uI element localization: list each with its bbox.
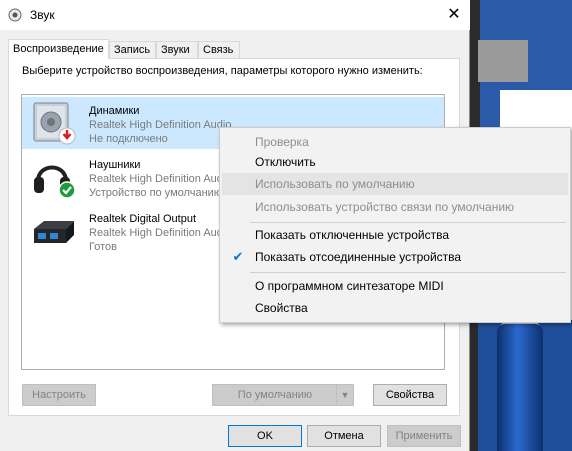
menu-item-show-disconnected[interactable]: ✔ Показать отсоединенные устройства [222, 246, 568, 268]
set-default-button[interactable]: По умолчанию ▼ [212, 384, 354, 406]
menu-item-label: Использовать по умолчанию [255, 177, 415, 191]
headphones-icon [34, 165, 76, 199]
menu-item-label: Проверка [255, 135, 309, 149]
tab-playback[interactable]: Воспроизведение [8, 39, 109, 59]
ok-button[interactable]: OK [228, 425, 302, 447]
chevron-down-icon[interactable]: ▼ [336, 385, 353, 405]
deodorant-can-image [497, 324, 543, 451]
menu-item-test[interactable]: Проверка [222, 131, 568, 153]
device-status: Готов [89, 241, 117, 253]
menu-item-label: Свойства [255, 301, 308, 315]
device-name: Realtek Digital Output [89, 213, 196, 225]
apply-button[interactable]: Применить [387, 425, 461, 447]
device-name: Наушники [89, 159, 141, 171]
menu-item-set-default-comm[interactable]: Использовать устройство связи по умолчан… [222, 196, 568, 218]
menu-item-label: Использовать устройство связи по умолчан… [255, 200, 515, 214]
instruction-text: Выберите устройство воспроизведения, пар… [22, 65, 423, 77]
menu-separator [250, 272, 566, 273]
window-title: Звук [30, 8, 55, 22]
menu-item-label: Отключить [255, 155, 316, 169]
device-driver: Realtek High Definition Audio [89, 227, 232, 239]
device-status: Устройство по умолчанию [89, 187, 223, 199]
tab-recording[interactable]: Запись [109, 41, 156, 58]
cancel-button[interactable]: Отмена [307, 425, 381, 447]
menu-separator [250, 222, 566, 223]
device-status: Не подключено [89, 133, 168, 145]
properties-button[interactable]: Свойства [373, 384, 447, 406]
tab-sounds[interactable]: Звуки [156, 41, 198, 58]
device-driver: Realtek High Definition Audio [89, 119, 232, 131]
configure-button[interactable]: Настроить [22, 384, 96, 406]
menu-item-disable[interactable]: Отключить [222, 151, 568, 173]
device-driver: Realtek High Definition Audio [89, 173, 232, 185]
background-thumbnail [478, 40, 528, 82]
close-button[interactable]: ✕ [440, 2, 468, 28]
menu-item-set-default[interactable]: Использовать по умолчанию [222, 173, 568, 195]
set-default-label: По умолчанию [237, 389, 313, 401]
digital-output-icon [34, 221, 74, 243]
context-menu: Проверка Отключить Использовать по умолч… [219, 127, 571, 323]
menu-item-show-disabled[interactable]: Показать отключенные устройства [222, 224, 568, 246]
menu-item-label: Показать отключенные устройства [255, 228, 450, 242]
speaker-title-icon [8, 8, 22, 22]
tab-communications[interactable]: Связь [198, 41, 240, 58]
device-name: Динамики [89, 105, 140, 117]
speaker-icon [33, 102, 76, 145]
menu-item-midi-synth[interactable]: О программном синтезаторе MIDI [222, 275, 568, 297]
title-bar: Звук ✕ [0, 0, 470, 30]
checkmark-icon: ✔ [232, 249, 244, 264]
menu-item-label: О программном синтезаторе MIDI [255, 279, 444, 293]
menu-item-label: Показать отсоединенные устройства [255, 250, 462, 264]
menu-item-properties[interactable]: Свойства [222, 297, 568, 319]
